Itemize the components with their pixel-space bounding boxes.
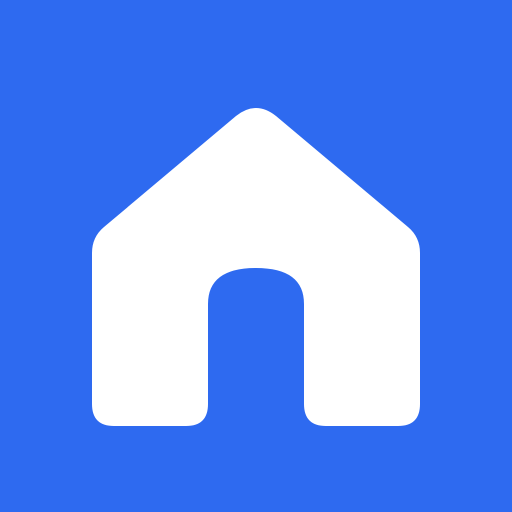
app-icon-tile[interactable] [0, 0, 512, 512]
home-icon [0, 0, 512, 512]
